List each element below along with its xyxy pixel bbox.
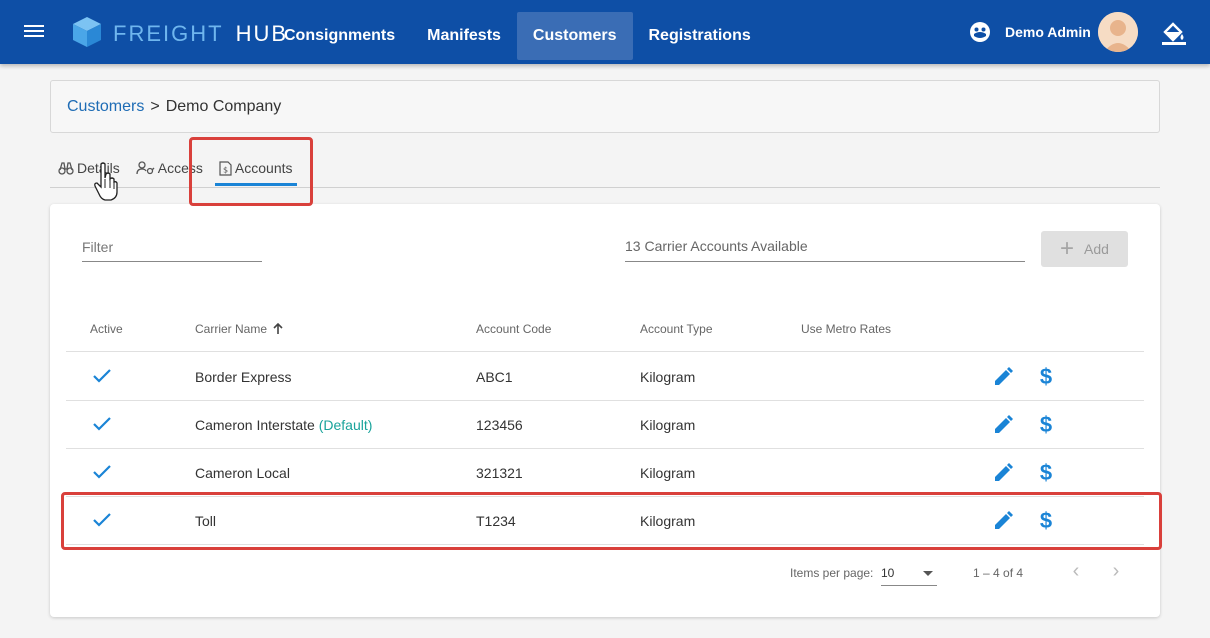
nav-consignments[interactable]: Consignments [268,12,411,60]
previous-page-chevron-icon[interactable]: ‹ [1064,561,1088,582]
page-range: 1 – 4 of 4 [973,566,1024,580]
table-row: Cameron Local 321321 Kilogram $ [66,449,1144,497]
user-name[interactable]: Demo Admin [1005,24,1091,40]
table-row: Toll T1234 Kilogram $ [66,497,1144,545]
active-check-icon [93,513,111,527]
avatar-person-icon [1098,12,1138,52]
tab-details[interactable]: Details [50,150,128,186]
edit-pencil-icon[interactable] [992,414,1014,436]
paint-bucket-icon[interactable] [1160,19,1188,47]
nav-manifests[interactable]: Manifests [411,12,517,60]
items-per-page-label: Items per page: [790,566,874,580]
table-header: Active Carrier Name Account Code Account… [66,308,1144,352]
edit-pencil-icon[interactable] [992,510,1014,532]
sort-ascending-arrow-icon [273,323,283,334]
nav-customers[interactable]: Customers [516,12,633,60]
brand-name: FREIGHT HUB [113,21,288,47]
page-size-value: 10 [881,566,895,580]
breadcrumb: Customers > Demo Company [50,80,1160,133]
tab-bar: Details Access $ Accounts [50,150,301,188]
accounts-card: 13 Carrier Accounts Available + Add Acti… [50,204,1160,617]
active-check-icon [93,417,111,431]
page-size-select[interactable]: 10 [881,558,937,586]
filter-input[interactable] [82,236,262,262]
table-row: Border Express ABC1 Kilogram $ [66,353,1144,401]
column-header-active[interactable]: Active [90,322,123,336]
account-type: Kilogram [640,369,696,385]
add-button[interactable]: + Add [1041,231,1128,267]
next-page-chevron-icon[interactable]: › [1104,561,1128,582]
tab-access[interactable]: Access [128,150,211,186]
user-key-icon [136,161,155,175]
active-check-icon [93,369,111,383]
column-header-carrier-name-label: Carrier Name [195,322,268,336]
carrier-name: Toll [195,513,217,529]
account-type: Kilogram [640,417,696,433]
carrier-name: Cameron Interstate [195,417,315,433]
carrier-name: Cameron Local [195,465,290,481]
binoculars-icon [58,162,74,175]
column-header-account-code[interactable]: Account Code [476,322,551,336]
add-button-label: Add [1084,241,1109,257]
account-code: 123456 [476,417,523,433]
rates-dollar-icon[interactable]: $ [1036,364,1056,390]
breadcrumb-current: Demo Company [165,98,282,115]
brand-part-1: FREIGHT [113,21,224,46]
account-code: 321321 [476,465,523,481]
column-header-account-type[interactable]: Account Type [640,322,713,336]
user-face-icon[interactable] [969,21,991,43]
account-code: ABC1 [476,369,513,385]
tabs-divider [50,187,1160,188]
rates-dollar-icon[interactable]: $ [1036,508,1056,534]
carrier-name: Border Express [195,369,292,385]
tab-access-label: Access [157,160,203,176]
plus-icon: + [1060,235,1075,262]
top-app-bar: FREIGHT HUB Consignments Manifests Custom… [0,0,1210,64]
account-type: Kilogram [640,513,696,529]
column-header-carrier-name[interactable]: Carrier Name [195,322,284,336]
svg-text:$: $ [223,165,228,174]
tab-accounts-label: Accounts [234,160,293,176]
table-row: Cameron Interstate (Default) 123456 Kilo… [66,401,1144,449]
avatar[interactable] [1098,12,1138,52]
account-type: Kilogram [640,465,696,481]
main-nav: Consignments Manifests Customers Registr… [268,12,767,60]
active-check-icon [93,465,111,479]
carrier-accounts-select[interactable]: 13 Carrier Accounts Available [625,236,1025,262]
tab-accounts[interactable]: $ Accounts [211,150,301,186]
edit-pencil-icon[interactable] [992,462,1014,484]
dropdown-arrow-icon [923,571,933,576]
rates-dollar-icon[interactable]: $ [1036,412,1056,438]
hamburger-menu-icon[interactable] [24,22,46,42]
edit-pencil-icon[interactable] [992,366,1014,388]
tab-details-label: Details [77,160,120,176]
nav-registrations[interactable]: Registrations [633,12,767,60]
breadcrumb-customers-link[interactable]: Customers [67,98,144,115]
column-header-use-metro-rates[interactable]: Use Metro Rates [801,322,891,336]
default-tag: (Default) [318,417,373,433]
carrier-name-cell: Cameron Interstate (Default) [195,417,372,433]
freight-hub-logo [73,17,101,47]
account-code: T1234 [476,513,516,529]
dollar-document-icon: $ [219,160,232,176]
rates-dollar-icon[interactable]: $ [1036,460,1056,486]
breadcrumb-separator: > [150,98,160,115]
